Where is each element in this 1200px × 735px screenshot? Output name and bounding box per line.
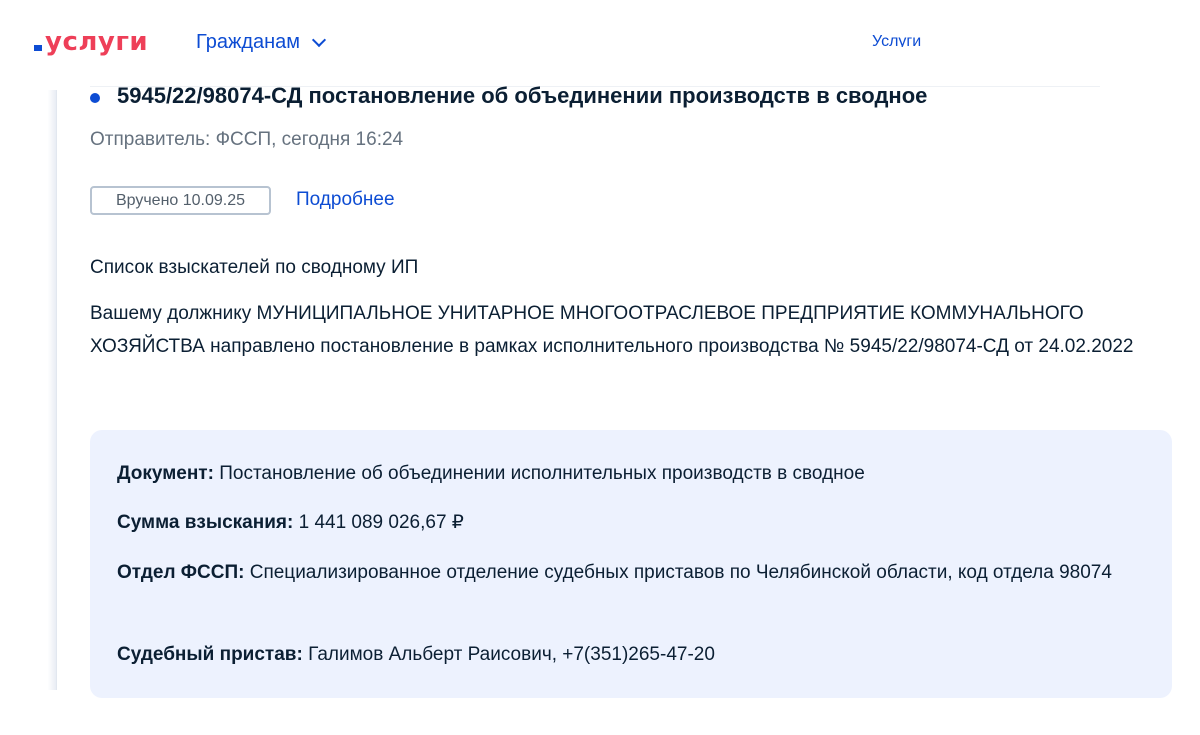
document-row: Документ: Постановление об объединении и… bbox=[117, 457, 1137, 490]
department-row: Отдел ФССП: Специализированное отделение… bbox=[117, 556, 1137, 589]
notification-title: 5945/22/98074-СД постановление об объеди… bbox=[117, 83, 928, 108]
amount-value: 1 441 089 026,67 ₽ bbox=[298, 512, 464, 533]
notification-sender: Отправитель: ФССП, сегодня 16:24 bbox=[90, 129, 404, 150]
header: услуги Гражданам Услуги bbox=[0, 0, 1200, 86]
chevron-down-icon bbox=[311, 32, 327, 47]
document-details-box: Документ: Постановление об объединении и… bbox=[90, 430, 1172, 698]
department-label: Отдел ФССП: bbox=[117, 562, 245, 583]
unread-dot-icon bbox=[90, 93, 100, 103]
document-label: Документ: bbox=[117, 463, 214, 484]
bailiff-label: Судебный пристав: bbox=[117, 644, 303, 665]
logo-text: услуги bbox=[45, 27, 149, 57]
bailiff-value: Галимов Альберт Раисович, +7(351)265-47-… bbox=[308, 644, 715, 665]
bailiff-row: Судебный пристав: Галимов Альберт Раисов… bbox=[117, 638, 1137, 671]
nav-citizens-label: Гражданам bbox=[196, 31, 301, 53]
card-left-edge bbox=[0, 90, 57, 690]
logo-dot-icon bbox=[34, 45, 42, 51]
status-badge: Вручено 10.09.25 bbox=[90, 186, 271, 215]
amount-label: Сумма взыскания: bbox=[117, 512, 294, 533]
document-value: Постановление об объединении исполнитель… bbox=[219, 463, 865, 484]
department-value: Специализированное отделение судебных пр… bbox=[249, 562, 1112, 583]
more-details-link[interactable]: Подробнее bbox=[296, 189, 395, 211]
notification-message: Вашему должнику МУНИЦИПАЛЬНОЕ УНИТАРНОЕ … bbox=[90, 303, 1134, 357]
amount-row: Сумма взыскания: 1 441 089 026,67 ₽ bbox=[117, 506, 1137, 539]
nav-services-link[interactable]: Услуги bbox=[872, 33, 921, 47]
gosuslugi-logo[interactable]: услуги bbox=[34, 22, 148, 62]
nav-citizens-dropdown[interactable]: Гражданам bbox=[196, 31, 327, 54]
list-title: Список взыскателей по сводному ИП bbox=[90, 257, 419, 278]
